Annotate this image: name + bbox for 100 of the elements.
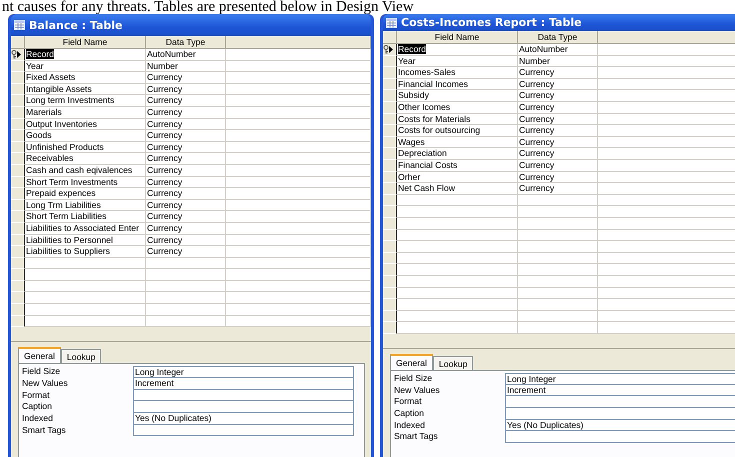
- grid-cell[interactable]: [397, 299, 518, 311]
- field-name-cell[interactable]: Costs for Materials: [398, 114, 470, 124]
- row-selector[interactable]: [383, 125, 397, 137]
- grid-cell[interactable]: [146, 316, 226, 328]
- field-name-cell[interactable]: Prepaid expences: [26, 188, 96, 198]
- field-name-cell[interactable]: Cash and cash eqivalences: [26, 164, 132, 175]
- description-cell[interactable]: [226, 49, 371, 61]
- row-selector[interactable]: [383, 67, 397, 79]
- grid-cell[interactable]: [518, 218, 598, 230]
- property-value-field[interactable]: Increment: [133, 378, 354, 390]
- grid-cell[interactable]: [397, 276, 518, 288]
- property-value-field[interactable]: Yes (No Duplicates): [505, 420, 735, 432]
- data-type-cell[interactable]: Currency: [147, 72, 182, 82]
- data-type-cell[interactable]: Currency: [519, 183, 554, 194]
- grid-cell[interactable]: [397, 218, 518, 230]
- data-type-cell[interactable]: Currency: [519, 67, 554, 78]
- description-cell[interactable]: [226, 84, 371, 96]
- data-type-cell[interactable]: Currency: [147, 246, 182, 256]
- property-value-field[interactable]: Long Integer: [505, 372, 735, 385]
- field-name-cell[interactable]: Orher: [398, 172, 420, 182]
- description-cell[interactable]: [226, 118, 371, 130]
- data-type-cell[interactable]: Currency: [147, 106, 182, 117]
- row-selector[interactable]: [383, 44, 397, 56]
- field-name-cell[interactable]: Record: [398, 44, 426, 54]
- row-selector[interactable]: [11, 72, 25, 84]
- grid-cell[interactable]: [146, 304, 226, 316]
- field-name-header[interactable]: Field Name: [397, 31, 518, 44]
- row-selector[interactable]: [383, 276, 397, 288]
- description-header[interactable]: [598, 31, 735, 44]
- field-name-cell[interactable]: Financial Incomes: [398, 78, 468, 89]
- grid-cell[interactable]: [518, 206, 598, 218]
- properties-tab[interactable]: General: [390, 354, 433, 370]
- data-type-cell[interactable]: Currency: [147, 95, 182, 106]
- property-value-field[interactable]: [505, 396, 735, 408]
- field-name-cell[interactable]: Costs for outsourcing: [398, 125, 480, 136]
- row-selector[interactable]: [11, 130, 25, 142]
- data-type-cell[interactable]: Number: [147, 60, 178, 71]
- field-name-cell[interactable]: Intangible Assets: [26, 84, 92, 94]
- row-selector[interactable]: [383, 102, 397, 114]
- field-name-cell[interactable]: Long term Investments: [26, 95, 114, 106]
- grid-cell[interactable]: [518, 252, 598, 264]
- row-selector[interactable]: [11, 234, 25, 246]
- row-selector[interactable]: [11, 164, 25, 177]
- row-selector[interactable]: [383, 148, 397, 160]
- row-selector[interactable]: [11, 211, 25, 223]
- grid-cell[interactable]: [397, 310, 518, 322]
- field-name-header[interactable]: Field Name: [25, 36, 146, 49]
- row-selector[interactable]: [383, 114, 397, 126]
- description-cell[interactable]: [226, 130, 371, 142]
- data-type-cell[interactable]: Currency: [147, 153, 182, 164]
- row-selector[interactable]: [383, 230, 397, 242]
- property-value-field[interactable]: [133, 401, 354, 413]
- row-selector[interactable]: [11, 304, 25, 316]
- field-name-cell[interactable]: Receivables: [26, 153, 74, 164]
- data-type-cell[interactable]: Currency: [519, 90, 554, 100]
- field-name-cell[interactable]: Long Trm Liabilities: [26, 200, 101, 210]
- field-name-cell[interactable]: Liabilities to Suppliers: [26, 246, 110, 256]
- field-name-cell[interactable]: Year: [398, 56, 416, 66]
- row-selector[interactable]: [11, 153, 25, 165]
- row-selector[interactable]: [11, 258, 25, 270]
- row-selector[interactable]: [383, 218, 397, 230]
- grid-cell[interactable]: [226, 280, 371, 292]
- field-name-cell[interactable]: Liabilities to Personnel: [26, 234, 113, 244]
- description-cell[interactable]: [226, 176, 371, 188]
- row-selector[interactable]: [11, 280, 25, 292]
- data-type-cell[interactable]: Currency: [147, 200, 182, 210]
- field-name-cell[interactable]: Output Inventories: [26, 118, 97, 129]
- description-cell[interactable]: [226, 153, 371, 165]
- row-selector[interactable]: [11, 142, 25, 154]
- data-type-header[interactable]: Data Type: [146, 36, 226, 49]
- data-type-cell[interactable]: Currency: [147, 222, 182, 233]
- grid-cell[interactable]: [518, 194, 598, 206]
- grid-cell[interactable]: [146, 258, 226, 270]
- property-value-field[interactable]: Increment: [505, 384, 735, 396]
- grid-cell[interactable]: [518, 230, 598, 242]
- row-selector[interactable]: [11, 49, 25, 61]
- field-name-cell[interactable]: Record: [26, 49, 54, 59]
- property-value-field[interactable]: [133, 390, 354, 402]
- row-selector[interactable]: [11, 200, 25, 212]
- field-name-cell[interactable]: Fixed Assets: [26, 72, 76, 82]
- row-selector[interactable]: [11, 246, 25, 258]
- description-cell[interactable]: [226, 72, 371, 84]
- data-type-cell[interactable]: Number: [519, 56, 550, 66]
- data-type-cell[interactable]: Currency: [147, 84, 182, 94]
- row-selector[interactable]: [11, 292, 25, 304]
- grid-cell[interactable]: [518, 241, 598, 253]
- row-selector[interactable]: [383, 56, 397, 68]
- data-type-cell[interactable]: Currency: [147, 211, 182, 222]
- properties-tab[interactable]: General: [18, 347, 61, 364]
- grid-cell[interactable]: [25, 292, 146, 304]
- grid-cell[interactable]: [226, 304, 371, 316]
- grid-cell[interactable]: [146, 280, 226, 292]
- grid-cell[interactable]: [25, 304, 146, 316]
- field-name-cell[interactable]: Unfinished Products: [26, 142, 104, 152]
- grid-cell[interactable]: [518, 276, 598, 288]
- data-type-cell[interactable]: Currency: [519, 172, 554, 182]
- row-selector[interactable]: [11, 176, 25, 188]
- data-type-cell[interactable]: Currency: [147, 118, 182, 129]
- row-selector[interactable]: [11, 106, 25, 119]
- grid-cell[interactable]: [518, 264, 598, 276]
